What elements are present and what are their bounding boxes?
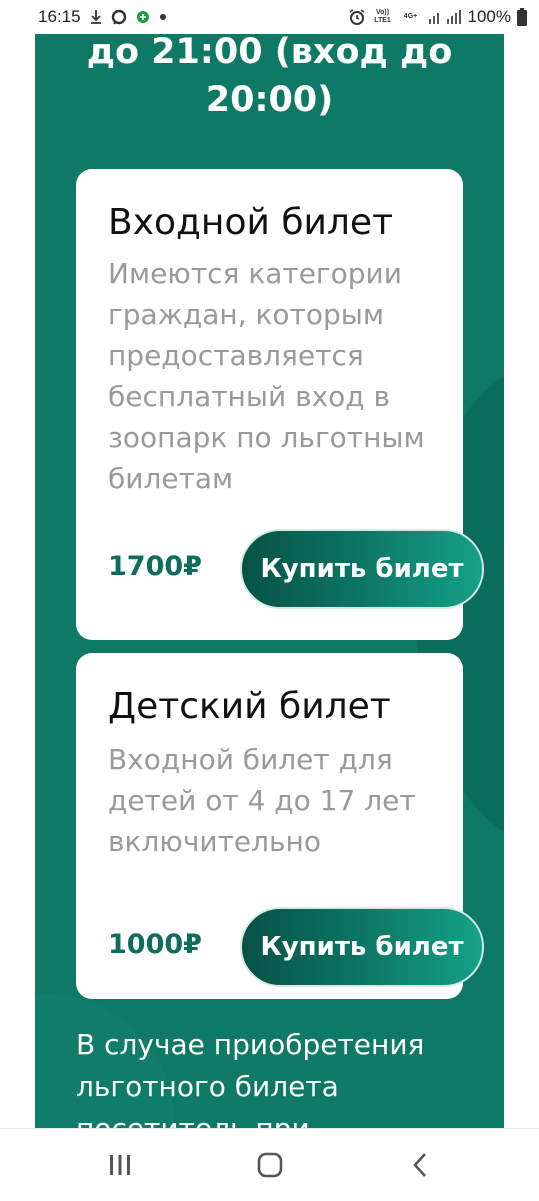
battery-icon: [517, 8, 527, 26]
opening-hours-text: до 21:00 (вход до 20:00): [86, 34, 453, 120]
navigation-bar: [0, 1128, 539, 1201]
discount-note: В случае приобретения льготного билета п…: [76, 1028, 425, 1128]
recent-apps-icon[interactable]: [100, 1151, 140, 1179]
app-icon: [136, 10, 150, 24]
status-time: 16:15: [38, 7, 81, 26]
ticket-description: Имеются категории граждан, которым предо…: [108, 257, 425, 495]
ticket-card-child: Детский билет Входной билет для детей от…: [76, 653, 484, 999]
chat-icon: [111, 9, 127, 25]
4g-label: 4G+: [403, 13, 418, 20]
dot-icon: [159, 13, 167, 21]
home-icon[interactable]: [250, 1151, 290, 1179]
back-icon[interactable]: [400, 1151, 440, 1179]
ticket-title: Входной билет: [108, 202, 394, 243]
status-bar: 16:15 Vo)) LTE1 4G+ 100%: [0, 0, 539, 34]
ticket-price: 1000₽: [108, 929, 202, 960]
ticket-title: Детский билет: [108, 686, 391, 727]
download-icon: [90, 9, 102, 25]
signal-icon: [428, 9, 462, 25]
ticket-card-entrance: Входной билет Имеются категории граждан,…: [76, 169, 484, 640]
ticket-price: 1700₽: [108, 551, 202, 582]
battery-percent: 100%: [467, 7, 511, 26]
buy-ticket-button[interactable]: Купить билет: [240, 529, 484, 609]
ticket-description: Входной билет для детей от 4 до 17 лет в…: [108, 743, 416, 858]
buy-ticket-button[interactable]: Купить билет: [240, 907, 484, 987]
tickets-panel: до 21:00 (вход до 20:00) Входной билет И…: [35, 34, 504, 1128]
alarm-icon: [348, 8, 366, 26]
volte-label: Vo)) LTE1: [374, 9, 391, 24]
